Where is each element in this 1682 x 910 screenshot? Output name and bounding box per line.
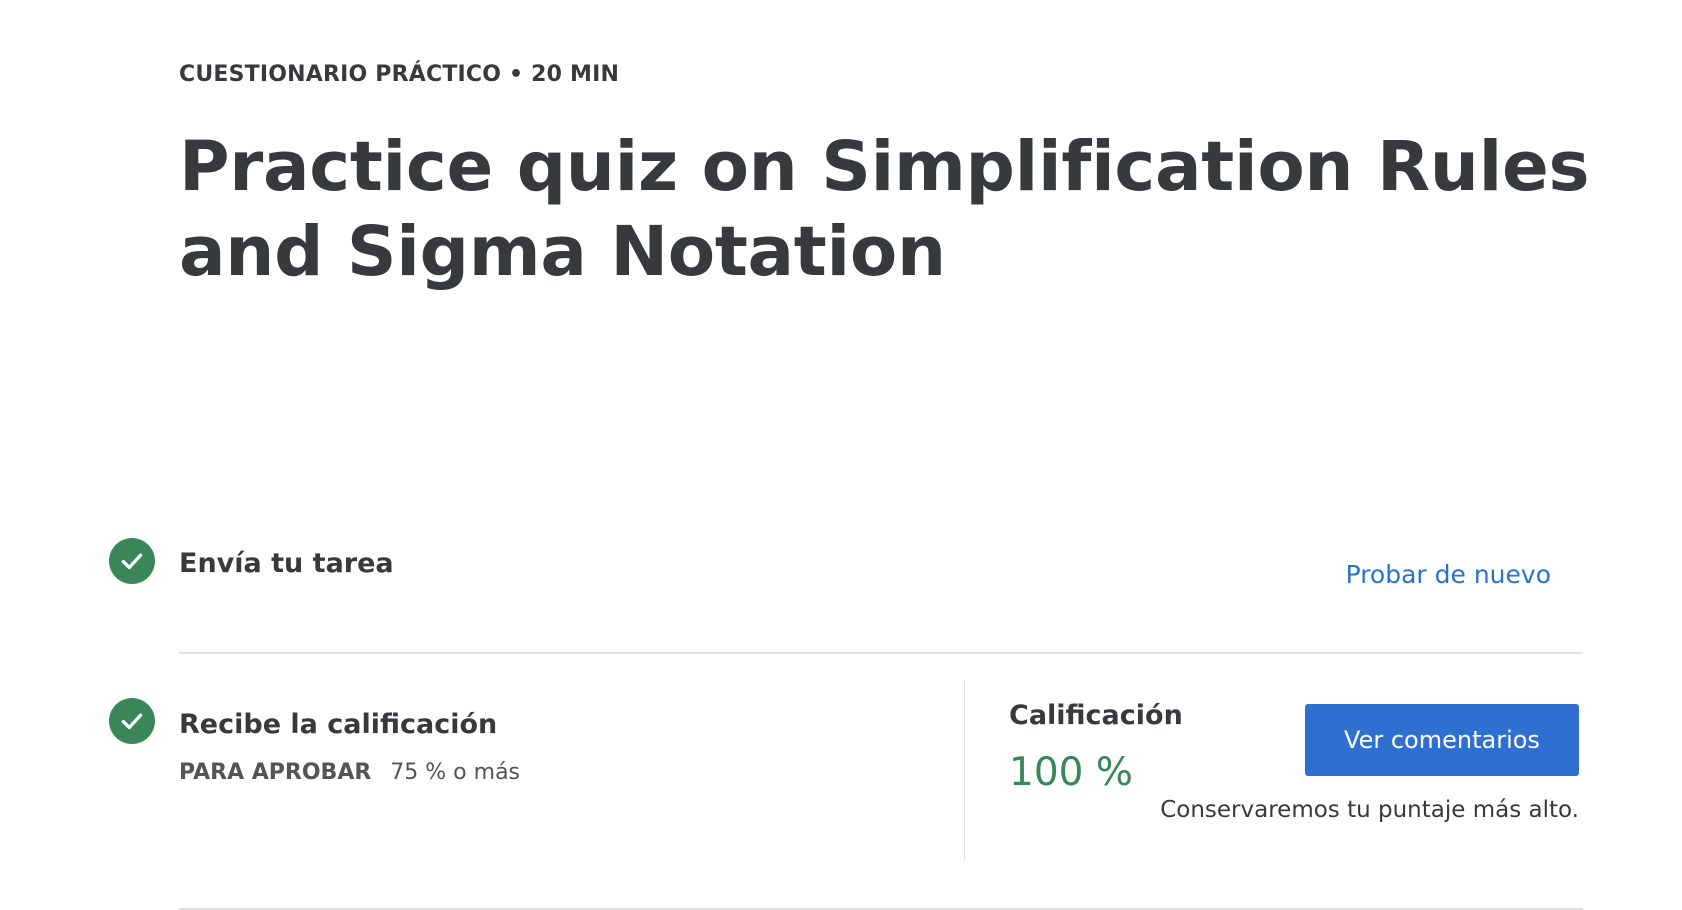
step-submit-title: Envía tu tarea (179, 548, 394, 579)
vertical-divider (964, 680, 965, 860)
checkmark-icon (109, 538, 155, 584)
try-again-link[interactable]: Probar de nuevo (1346, 560, 1551, 589)
grade-label: Calificación (1009, 700, 1183, 731)
step-grade-title: Recibe la calificación (179, 709, 498, 740)
divider (179, 652, 1583, 654)
page-title: Practice quiz on Simplification Rules an… (179, 127, 1590, 292)
page-eyebrow: CUESTIONARIO PRÁCTICO • 20 MIN (179, 62, 620, 87)
view-feedback-button[interactable]: Ver comentarios (1305, 704, 1579, 776)
pass-label: PARA APROBAR (179, 760, 372, 785)
pass-requirement: PARA APROBAR 75 % o más (179, 760, 520, 785)
pass-value: 75 % o más (390, 760, 521, 785)
grade-value: 100 % (1009, 750, 1133, 795)
highest-score-note: Conservaremos tu puntaje más alto. (1160, 797, 1579, 823)
checkmark-icon (109, 698, 155, 744)
